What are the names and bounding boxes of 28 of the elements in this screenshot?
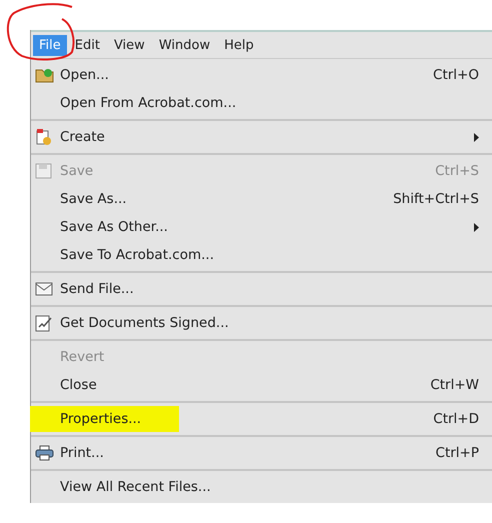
shortcut-label: Ctrl+D	[433, 411, 479, 427]
menu-bar-item[interactable]: Window	[152, 34, 216, 56]
envelope-icon	[35, 282, 53, 296]
menu-bar-item[interactable]: Help	[218, 34, 260, 56]
document-icon	[35, 128, 53, 146]
menu-item[interactable]: Create	[60, 129, 105, 145]
menu-item[interactable]: Send File...	[60, 281, 134, 297]
menu-item[interactable]: Print...	[60, 445, 104, 461]
folder-icon	[35, 67, 55, 83]
shortcut-label: Ctrl+P	[436, 445, 479, 461]
shortcut-label: Ctrl+O	[433, 67, 479, 83]
shortcut-label: Ctrl+W	[430, 377, 479, 393]
menu-item[interactable]: Close	[60, 377, 97, 393]
menu-item[interactable]: Properties...	[30, 406, 180, 432]
menu-item[interactable]: Open From Acrobat.com...	[60, 95, 236, 111]
printer-icon	[35, 445, 54, 461]
menu-bar-item[interactable]: Edit	[68, 34, 106, 56]
save-icon	[35, 163, 52, 179]
menu-item[interactable]: View All Recent Files...	[60, 479, 211, 495]
menu-item[interactable]: Save To Acrobat.com...	[60, 247, 214, 263]
signed-document-icon	[35, 314, 53, 332]
menu-bar-item[interactable]: View	[108, 34, 151, 56]
shortcut-label: Ctrl+S	[435, 163, 479, 179]
menu-item[interactable]: Save As Other...	[60, 219, 168, 235]
menu-item[interactable]: Get Documents Signed...	[60, 315, 229, 331]
shortcut-label: Shift+Ctrl+S	[393, 191, 479, 207]
menu-item[interactable]: Open...	[60, 67, 109, 83]
menu-item[interactable]: Save As...	[60, 191, 127, 207]
